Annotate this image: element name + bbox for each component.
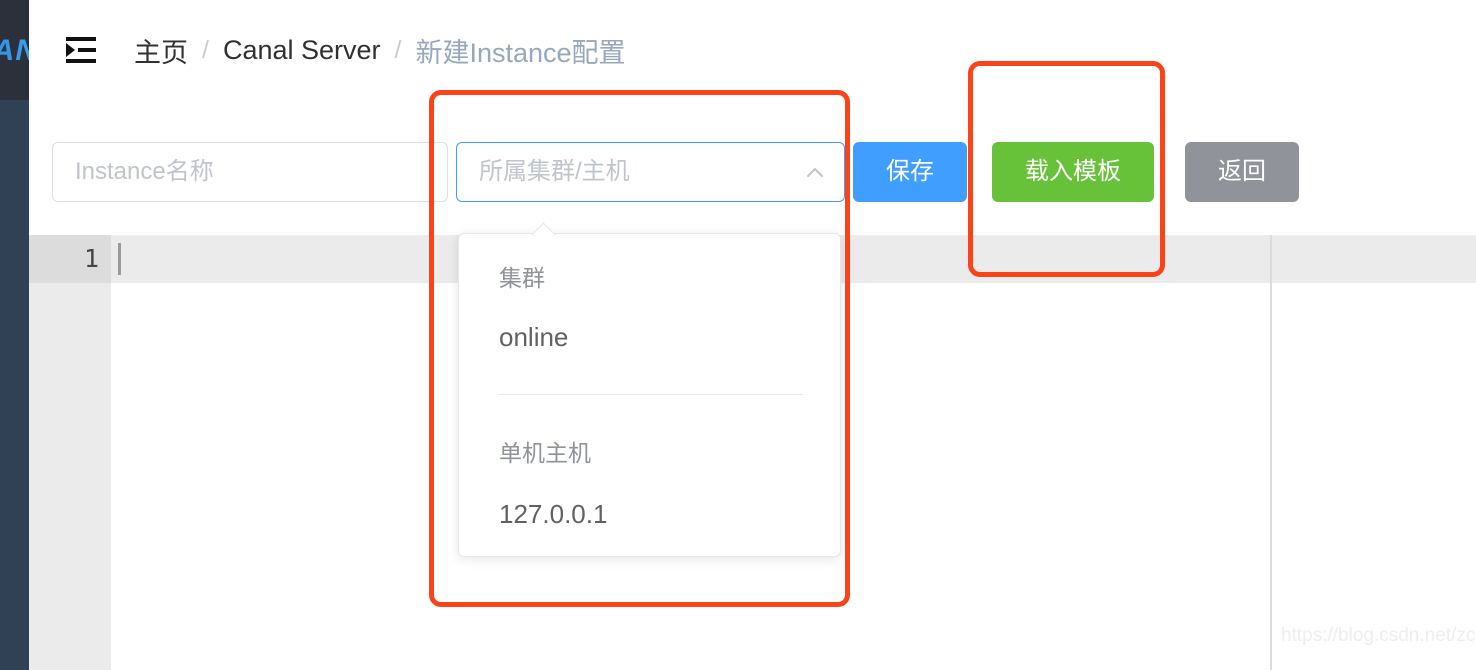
back-button[interactable]: 返回 xyxy=(1185,142,1299,202)
watermark-text: https://blog.csdn.net/zcl111 xyxy=(1281,625,1476,646)
dropdown-group-label-cluster: 集群 xyxy=(499,265,545,291)
toolbar: 所属集群/主机 保存 载入模板 返回 xyxy=(29,100,1476,235)
sidebar-logo: CANAL xyxy=(0,0,29,100)
cluster-select[interactable]: 所属集群/主机 xyxy=(456,142,845,202)
cluster-select-placeholder: 所属集群/主机 xyxy=(479,158,630,185)
breadcrumb: 主页 / Canal Server / 新建Instance配置 xyxy=(134,30,626,70)
editor-print-margin-ruler xyxy=(1270,235,1272,670)
breadcrumb-item-current: 新建Instance配置 xyxy=(415,37,626,68)
breadcrumb-item-home[interactable]: 主页 xyxy=(134,31,188,70)
editor-gutter-active-row: 1 xyxy=(29,235,111,283)
breadcrumb-separator: / xyxy=(202,35,209,64)
header-bar: 主页 / Canal Server / 新建Instance配置 xyxy=(29,0,1476,100)
editor-text-caret xyxy=(118,243,121,275)
sidebar-nav[interactable] xyxy=(0,100,29,670)
editor-gutter: 1 xyxy=(29,235,111,670)
indent-expand-icon[interactable] xyxy=(62,31,100,69)
app-root: CANAL 主页 / Canal Server / 新建Instance配置 所… xyxy=(0,0,1476,670)
breadcrumb-separator: / xyxy=(394,35,402,64)
cluster-dropdown-panel[interactable]: 集群 online 单机主机 127.0.0.1 xyxy=(458,222,841,557)
dropdown-group-label-standalone: 单机主机 xyxy=(499,440,591,466)
instance-name-input[interactable] xyxy=(52,142,448,202)
breadcrumb-item-canal-server[interactable]: Canal Server xyxy=(223,35,381,66)
chevron-up-icon xyxy=(804,162,826,184)
logo-text: CANAL xyxy=(0,34,29,68)
load-template-button[interactable]: 载入模板 xyxy=(992,142,1154,202)
editor-line-number: 1 xyxy=(83,244,99,273)
dropdown-option-online[interactable]: online xyxy=(499,322,568,353)
dropdown-group-divider xyxy=(499,394,803,395)
dropdown-option-127-0-0-1[interactable]: 127.0.0.1 xyxy=(499,499,607,530)
save-button[interactable]: 保存 xyxy=(853,142,967,202)
